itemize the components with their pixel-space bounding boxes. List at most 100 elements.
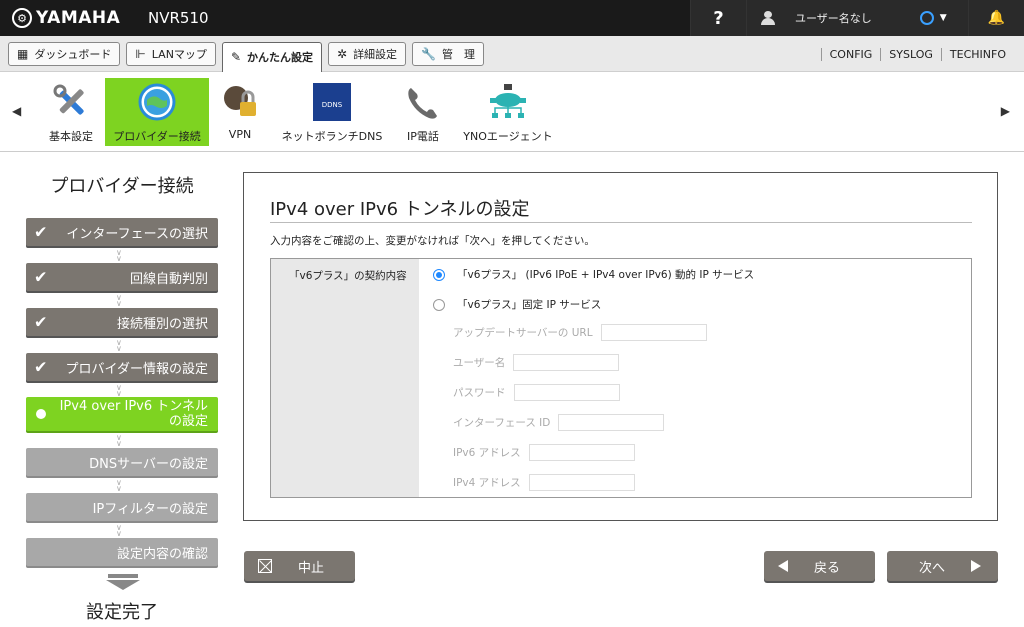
- password-label: パスワード: [453, 387, 506, 399]
- nav-dashboard[interactable]: ▦ ダッシュボード: [8, 41, 121, 66]
- back-button[interactable]: 戻る: [764, 551, 875, 581]
- tool-provider-connection-label: プロバイダー接続: [113, 130, 201, 143]
- step-confirm: 設定内容の確認: [26, 538, 218, 566]
- chevron-down-icon: ∨ ∨: [116, 433, 122, 448]
- chevron-down-icon: ▼: [939, 13, 947, 23]
- tool-vpn[interactable]: VPN: [216, 78, 264, 146]
- ddns-badge-text: DDNS: [322, 101, 343, 109]
- status-ring-icon: [919, 11, 934, 25]
- interface-id-input[interactable]: [558, 414, 665, 431]
- contract-form: 「v6プラス」の契約内容 「v6プラス」 (IPv6 IPoE + IPv4 o…: [270, 258, 972, 498]
- yamaha-logo-icon: ⚙: [12, 8, 32, 28]
- step-provider-info: ✔ プロバイダー情報の設定: [26, 353, 218, 381]
- ipv4-address-input[interactable]: [528, 474, 635, 491]
- setup-complete-label: 設定完了: [86, 602, 158, 623]
- chevron-down-icon: ∨ ∨: [116, 523, 122, 538]
- nav-advanced[interactable]: ✲ 詳細設定: [328, 41, 407, 66]
- chevron-down-icon: ∨ ∨: [116, 338, 122, 353]
- dashboard-icon: ▦: [17, 46, 29, 61]
- help-icon: ?: [713, 7, 724, 29]
- scroll-left-icon[interactable]: ◀: [12, 104, 21, 118]
- next-button-label: 次へ: [919, 560, 946, 576]
- scroll-right-icon[interactable]: ▶: [1001, 104, 1010, 118]
- check-icon: ✔: [34, 222, 48, 242]
- network-icon: [488, 82, 528, 122]
- nav-management[interactable]: 🔧 管 理: [412, 41, 485, 66]
- user-icon: [761, 11, 775, 25]
- check-icon: ✔: [34, 312, 48, 332]
- nav-easy-setup-label: かんたん設定: [247, 51, 313, 64]
- step-ipv4-over-ipv6: IPv4 over IPv6 トンネル の設定: [26, 397, 218, 431]
- tools-icon: [51, 82, 91, 122]
- option-dynamic-ip[interactable]: 「v6プラス」 (IPv6 IPoE + IPv4 over IPv6) 動的 …: [433, 267, 754, 282]
- step-interface-select: ✔ インターフェースの選択: [26, 218, 218, 246]
- check-icon: ✔: [34, 357, 48, 377]
- model-name: NVR510: [148, 9, 209, 27]
- link-techinfo[interactable]: TECHINFO: [940, 47, 1014, 61]
- help-button[interactable]: ?: [690, 0, 746, 36]
- username-input[interactable]: [513, 354, 620, 371]
- tool-yno-agent[interactable]: YNOエージェント: [460, 78, 556, 146]
- next-button[interactable]: 次へ: [887, 551, 998, 581]
- radio-dynamic-ip[interactable]: [433, 268, 445, 281]
- ipv6-address-row: IPv6 アドレス: [453, 444, 635, 461]
- user-menu[interactable]: ユーザー名なし ▼: [746, 0, 968, 36]
- ddns-icon: DDNS: [312, 82, 352, 122]
- nav-advanced-label: 詳細設定: [353, 47, 398, 61]
- tool-netvolante-dns-label: ネットボランチDNS: [281, 130, 383, 143]
- ipv6-address-input[interactable]: [528, 444, 635, 461]
- notification-button[interactable]: 🔔: [968, 0, 1024, 36]
- step-label: 設定内容の確認: [116, 546, 208, 562]
- ipv4-address-label: IPv4 アドレス: [453, 477, 521, 489]
- step-connection-type: ✔ 接続種別の選択: [26, 308, 218, 336]
- nav-lanmap[interactable]: ⊩ LANマップ: [126, 41, 216, 66]
- external-links: CONFIG SYSLOG TECHINFO: [820, 36, 1014, 72]
- password-row: パスワード: [453, 384, 620, 401]
- ipv6-address-label: IPv6 アドレス: [453, 447, 521, 459]
- link-config[interactable]: CONFIG: [820, 47, 881, 61]
- step-label: IPフィルターの設定: [92, 501, 208, 517]
- password-input[interactable]: [513, 384, 620, 401]
- cancel-button[interactable]: 中止: [244, 551, 355, 581]
- option-dynamic-ip-label: 「v6プラス」 (IPv6 IPoE + IPv4 over IPv6) 動的 …: [457, 269, 755, 281]
- tool-netvolante-dns[interactable]: DDNS ネットボランチDNS: [278, 78, 386, 146]
- top-bar: ⚙ YAMAHA NVR510 ? ユーザー名なし ▼ 🔔: [0, 0, 1024, 36]
- settings-panel: IPv4 over IPv6 トンネルの設定 入力内容をご確認の上、変更がなけれ…: [243, 172, 998, 521]
- nav-easy-setup[interactable]: ✎ かんたん設定: [221, 41, 322, 72]
- phone-icon: [403, 82, 443, 122]
- page-description: 入力内容をご確認の上、変更がなければ「次へ」を押してください。: [270, 235, 595, 247]
- cancel-button-label: 中止: [298, 560, 325, 576]
- vpn-icon: [220, 82, 260, 122]
- brand: ⚙ YAMAHA: [12, 8, 148, 28]
- step-dns-server: DNSサーバーの設定: [26, 448, 218, 476]
- tool-basic-settings[interactable]: 基本設定: [44, 78, 98, 146]
- close-icon: [258, 559, 272, 573]
- update-server-url-row: アップデートサーバーの URL: [453, 324, 707, 341]
- interface-id-row: インターフェース ID: [453, 414, 665, 431]
- ipv4-address-row: IPv4 アドレス: [453, 474, 635, 491]
- radio-fixed-ip[interactable]: [433, 298, 445, 311]
- title-divider: [270, 222, 972, 223]
- globe-icon: [137, 82, 177, 122]
- back-button-label: 戻る: [814, 560, 841, 576]
- gear-icon: ✲: [337, 46, 348, 61]
- wrench-icon: 🔧: [421, 46, 437, 61]
- link-syslog[interactable]: SYSLOG: [880, 47, 941, 61]
- nav-management-label: 管 理: [442, 47, 476, 61]
- option-fixed-ip[interactable]: 「v6プラス」固定 IP サービス: [433, 297, 601, 312]
- function-toolbar: ◀ 基本設定 プロバイダー接続 VPN DDNS ネットボランチDNS IP電話…: [0, 72, 1024, 152]
- steps-title: プロバイダー接続: [50, 176, 194, 197]
- update-server-url-input[interactable]: [600, 324, 707, 341]
- bell-icon: 🔔: [987, 10, 1006, 26]
- arrow-down-icon: [106, 574, 140, 590]
- page-title: IPv4 over IPv6 トンネルの設定: [270, 199, 530, 220]
- arrow-right-icon: [971, 560, 982, 572]
- tool-provider-connection[interactable]: プロバイダー接続: [105, 78, 209, 146]
- chevron-down-icon: ∨ ∨: [116, 383, 122, 398]
- step-label: プロバイダー情報の設定: [65, 361, 208, 377]
- main-nav: ▦ ダッシュボード ⊩ LANマップ ✎ かんたん設定 ✲ 詳細設定 🔧 管 理 CONF…: [0, 36, 1024, 72]
- tool-ip-phone-label: IP電話: [407, 130, 439, 143]
- contract-label: 「v6プラス」の契約内容: [271, 259, 419, 497]
- current-step-icon: [36, 409, 46, 419]
- tool-ip-phone[interactable]: IP電話: [400, 78, 446, 146]
